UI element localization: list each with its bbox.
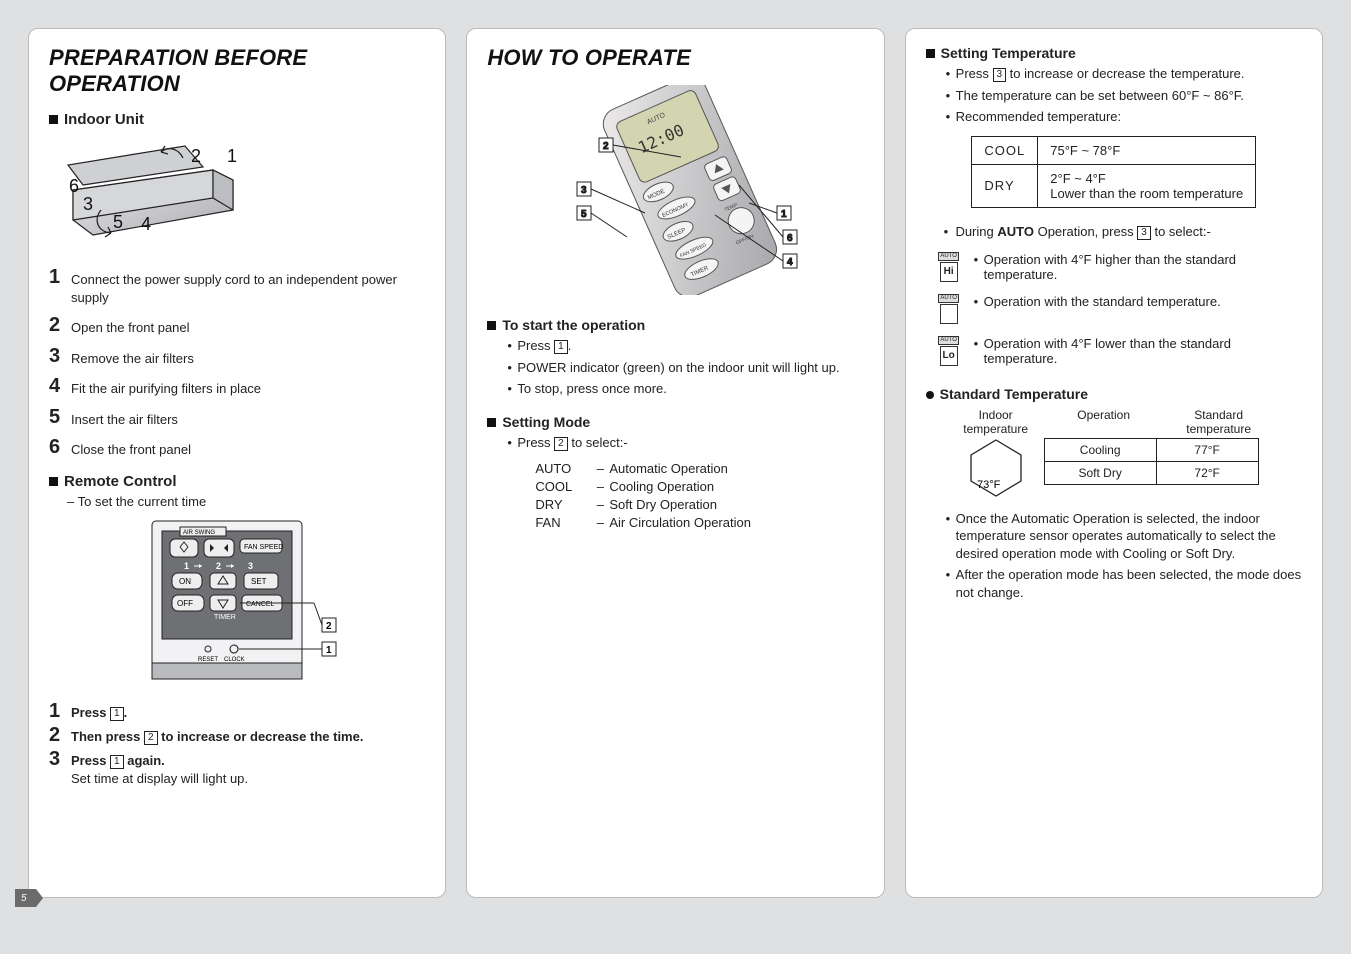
svg-text:1: 1 xyxy=(184,561,189,571)
mode-heading: Setting Mode xyxy=(487,414,863,430)
start-item: To stop, press once more. xyxy=(507,380,863,398)
svg-text:ON: ON xyxy=(179,577,191,586)
remote-control-illustration: AIR SWING FAN SPEED 1 2 3 ON SET OFF xyxy=(122,517,352,687)
std-col2-label: Operation xyxy=(1044,408,1164,436)
recommended-temp-table: COOL75°F ~ 78°F DRY2°F ~ 4°F Lower than … xyxy=(971,136,1256,208)
svg-text:2: 2 xyxy=(191,146,201,166)
auto-option-text: Operation with the standard temperature. xyxy=(984,294,1221,309)
col-temperature: Setting Temperature Press 3 to increase … xyxy=(905,28,1323,898)
temp-item: Recommended temperature: xyxy=(946,108,1302,126)
start-heading: To start the operation xyxy=(487,317,863,333)
std-temp-block: Indoor temperature 73°F Operation Standa… xyxy=(948,408,1302,498)
std-notes: Once the Automatic Operation is selected… xyxy=(946,510,1302,602)
svg-text:5: 5 xyxy=(113,212,123,232)
svg-text:6: 6 xyxy=(69,176,79,196)
temp-item: Press 3 to increase or decrease the temp… xyxy=(946,65,1302,83)
std-temp-table: Cooling77°F Soft Dry72°F xyxy=(1044,438,1259,485)
operate-title: HOW TO OPERATE xyxy=(487,45,863,71)
svg-text:3: 3 xyxy=(581,185,587,196)
auto-option-text: Operation with 4°F higher than the stand… xyxy=(984,252,1236,282)
prep-step: Remove the air filters xyxy=(71,346,194,368)
svg-text:4: 4 xyxy=(141,214,151,234)
svg-text:2: 2 xyxy=(603,141,609,152)
preparation-title: PREPARATION BEFORE OPERATION xyxy=(49,45,425,97)
remote-step: Press 1 again.Set time at display will l… xyxy=(71,749,248,786)
temp-heading: Setting Temperature xyxy=(926,45,1302,61)
start-item: POWER indicator (green) on the indoor un… xyxy=(507,359,863,377)
remote-perspective-illustration: AUTO 12:00 TEMP OFF/ON MODE ECONOMY SLEE… xyxy=(525,85,825,295)
svg-text:CLOCK: CLOCK xyxy=(224,657,245,663)
std-temp-heading: Standard Temperature xyxy=(926,386,1302,402)
preparation-steps: 1Connect the power supply cord to an ind… xyxy=(49,267,425,459)
temp-list: Press 3 to increase or decrease the temp… xyxy=(946,65,1302,126)
prep-step: Close the front panel xyxy=(71,437,191,459)
remote-step: Then press 2 to increase or decrease the… xyxy=(71,725,363,745)
svg-text:RESET: RESET xyxy=(198,657,218,663)
remote-control-heading: Remote Control xyxy=(49,473,425,490)
svg-text:2: 2 xyxy=(326,621,332,632)
svg-text:1: 1 xyxy=(326,645,332,656)
remote-step: Press 1. xyxy=(71,701,127,721)
auto-icon-std: AUTO xyxy=(936,294,962,326)
std-note: After the operation mode has been select… xyxy=(946,566,1302,601)
col-operate: HOW TO OPERATE AUTO 12:00 TEMP xyxy=(466,28,884,898)
svg-text:2: 2 xyxy=(216,561,221,571)
mode-table: AUTO–Automatic Operation COOL–Cooling Op… xyxy=(535,461,863,530)
mode-press-line: Press 2 to select:- xyxy=(507,434,863,452)
prep-step: Open the front panel xyxy=(71,315,190,337)
auto-options: AUTO Hi •Operation with 4°F higher than … xyxy=(936,252,1302,368)
col-preparation: 5 PREPARATION BEFORE OPERATION Indoor Un… xyxy=(28,28,446,898)
start-list: Press 1. POWER indicator (green) on the … xyxy=(507,337,863,398)
svg-text:3: 3 xyxy=(83,194,93,214)
svg-text:TIMER: TIMER xyxy=(214,614,236,621)
svg-text:FAN SPEED: FAN SPEED xyxy=(244,544,283,551)
auto-icon-hi: AUTO Hi xyxy=(936,252,962,284)
auto-icon-lo: AUTO Lo xyxy=(936,336,962,368)
svg-text:1: 1 xyxy=(781,209,787,220)
svg-text:4: 4 xyxy=(787,257,793,268)
std-note: Once the Automatic Operation is selected… xyxy=(946,510,1302,563)
svg-text:SET: SET xyxy=(251,577,267,586)
temp-item: The temperature can be set between 60°F … xyxy=(946,87,1302,105)
auto-option-text: Operation with 4°F lower than the standa… xyxy=(984,336,1231,366)
remote-steps: 1Press 1. 2Then press 2 to increase or d… xyxy=(49,701,425,786)
prep-step: Connect the power supply cord to an inde… xyxy=(71,267,425,306)
std-col1-label: Indoor temperature xyxy=(948,408,1044,436)
auto-intro: • During AUTO Operation, press 3 to sele… xyxy=(944,224,1302,240)
manual-page: 5 PREPARATION BEFORE OPERATION Indoor Un… xyxy=(28,28,1323,898)
std-hex-icon: 73°F xyxy=(969,438,1023,498)
indoor-unit-illustration: 1 2 3 4 5 6 xyxy=(63,140,263,250)
indoor-unit-heading: Indoor Unit xyxy=(49,111,425,128)
svg-text:6: 6 xyxy=(787,233,793,244)
svg-text:CANCEL: CANCEL xyxy=(246,601,275,608)
prep-step: Insert the air filters xyxy=(71,407,178,429)
prep-step: Fit the air purifying filters in place xyxy=(71,376,261,398)
std-col3-label: Standard temperature xyxy=(1164,408,1274,436)
svg-text:3: 3 xyxy=(248,561,253,571)
svg-text:1: 1 xyxy=(227,146,237,166)
svg-text:AIR SWING: AIR SWING xyxy=(183,530,215,536)
start-item: Press 1. xyxy=(507,337,863,355)
svg-text:73°F: 73°F xyxy=(977,479,1001,491)
svg-text:5: 5 xyxy=(581,209,587,220)
svg-text:OFF: OFF xyxy=(177,599,193,608)
page-number: 5 xyxy=(15,889,43,907)
remote-note: – To set the current time xyxy=(67,494,425,509)
